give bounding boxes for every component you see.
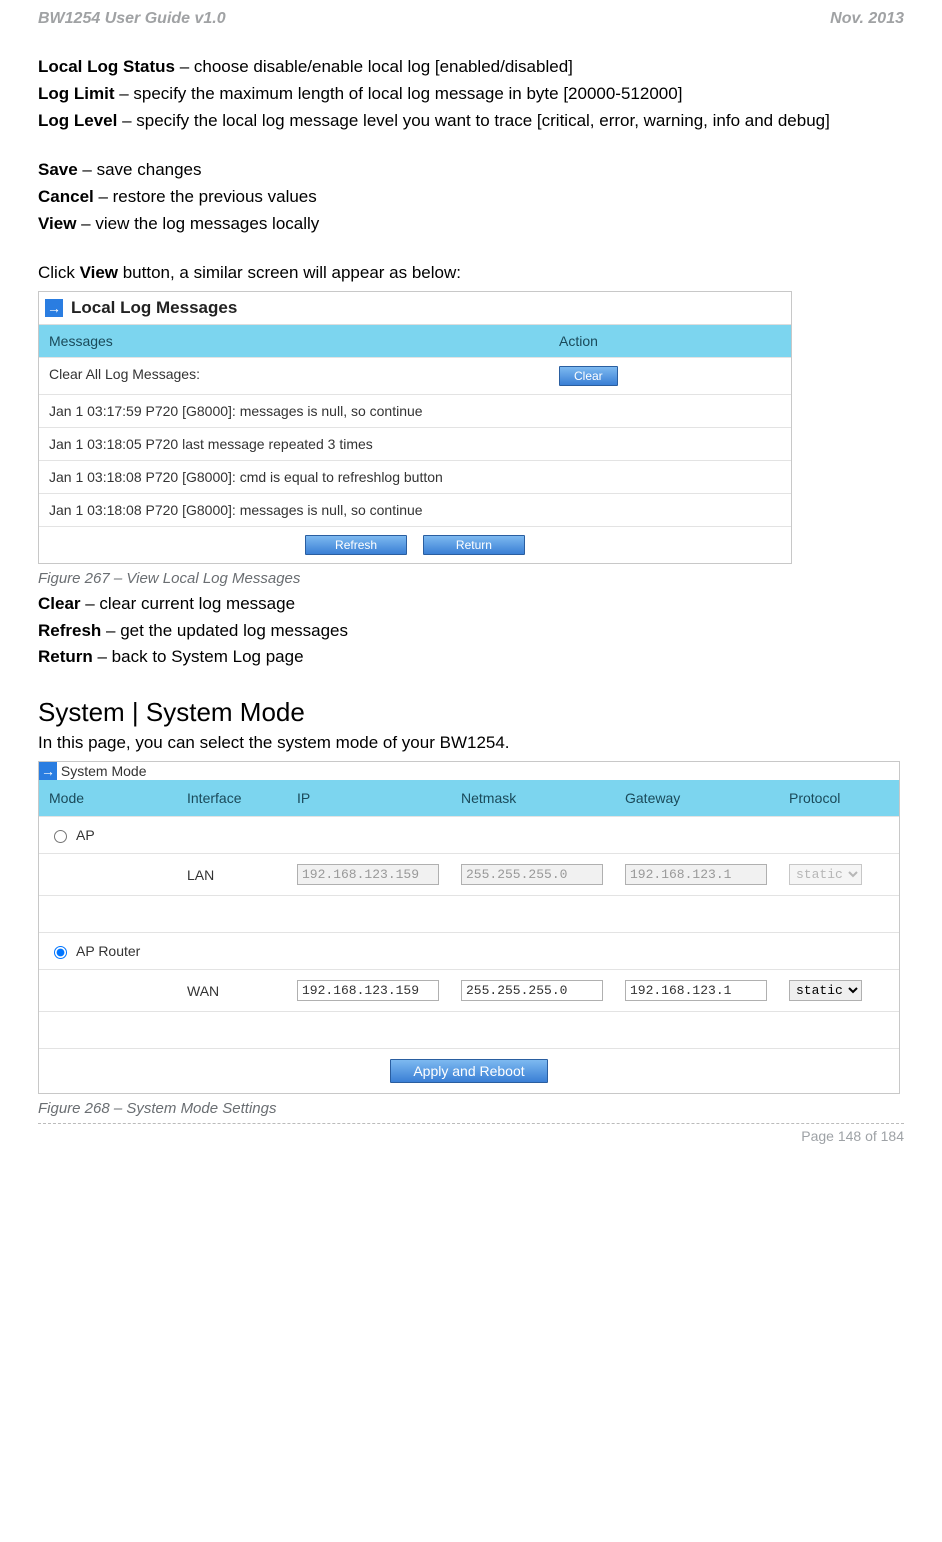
system-mode-title: System Mode — [61, 763, 147, 779]
ap-label: AP — [76, 827, 95, 843]
ap-mode-row: AP — [39, 817, 899, 854]
label-local-log-status: Local Log Status — [38, 57, 175, 76]
system-mode-panel: → System Mode Mode Interface IP Netmask … — [38, 761, 900, 1094]
para-return: Return – back to System Log page — [38, 646, 904, 669]
local-log-header-row: Messages Action — [39, 325, 791, 358]
desc-view: – view the log messages locally — [76, 214, 319, 233]
refresh-button[interactable]: Refresh — [305, 535, 407, 555]
header-right: Nov. 2013 — [830, 10, 904, 28]
system-mode-titlebar: → System Mode — [39, 762, 899, 780]
ap-gateway-input — [625, 864, 767, 885]
ap-protocol-select: static — [789, 864, 862, 885]
desc-cancel: – restore the previous values — [94, 187, 317, 206]
spacer-row — [39, 896, 899, 933]
apply-reboot-button[interactable]: Apply and Reboot — [390, 1059, 547, 1083]
system-mode-footer: Apply and Reboot — [39, 1049, 899, 1093]
para-clear: Clear – clear current log message — [38, 593, 904, 616]
desc-clear: – clear current log message — [81, 594, 296, 613]
desc-log-limit: – specify the maximum length of local lo… — [114, 84, 682, 103]
label-cancel: Cancel — [38, 187, 94, 206]
system-mode-intro: In this page, you can select the system … — [38, 732, 904, 755]
clear-all-row: Clear All Log Messages: Clear — [39, 358, 791, 395]
aprouter-protocol-select[interactable]: static — [789, 980, 862, 1001]
clear-button[interactable]: Clear — [559, 366, 618, 386]
para-view: View – view the log messages locally — [38, 213, 904, 236]
arrow-icon: → — [45, 299, 63, 317]
para-log-level: Log Level – specify the local log messag… — [38, 110, 904, 133]
ap-lan-row: LAN static — [39, 854, 899, 896]
desc-log-level: – specify the local log message level yo… — [117, 111, 830, 130]
col-action-header: Action — [549, 325, 791, 357]
label-log-limit: Log Limit — [38, 84, 114, 103]
aprouter-interface: WAN — [177, 970, 287, 1012]
label-refresh: Refresh — [38, 621, 101, 640]
log-cell: Jan 1 03:18:08 P720 [G8000]: cmd is equa… — [39, 461, 549, 493]
system-mode-header-row: Mode Interface IP Netmask Gateway Protoc… — [39, 780, 899, 817]
log-row: Jan 1 03:18:05 P720 last message repeate… — [39, 428, 791, 461]
aprouter-gateway-input[interactable] — [625, 980, 767, 1001]
para-click-view: Click View button, a similar screen will… — [38, 262, 904, 285]
aprouter-netmask-input[interactable] — [461, 980, 603, 1001]
log-cell: Jan 1 03:17:59 P720 [G8000]: messages is… — [39, 395, 549, 427]
label-save: Save — [38, 160, 78, 179]
page-number: Page 148 of 184 — [801, 1128, 904, 1144]
click-view-post: button, a similar screen will appear as … — [118, 263, 461, 282]
ap-netmask-input — [461, 864, 603, 885]
col-gateway-header: Gateway — [615, 780, 779, 817]
page-footer: Page 148 of 184 — [38, 1123, 904, 1144]
aprouter-ip-input[interactable] — [297, 980, 439, 1001]
label-clear: Clear — [38, 594, 81, 613]
log-cell: Jan 1 03:18:08 P720 [G8000]: messages is… — [39, 494, 549, 526]
header-left: BW1254 User Guide v1.0 — [38, 10, 226, 28]
aprouter-wan-row: WAN static — [39, 970, 899, 1012]
system-mode-heading: System | System Mode — [38, 697, 904, 728]
para-refresh: Refresh – get the updated log messages — [38, 620, 904, 643]
desc-return: – back to System Log page — [93, 647, 304, 666]
log-row: Jan 1 03:17:59 P720 [G8000]: messages is… — [39, 395, 791, 428]
log-row: Jan 1 03:18:08 P720 [G8000]: messages is… — [39, 494, 791, 527]
col-ip-header: IP — [287, 780, 451, 817]
aprouter-radio[interactable] — [54, 946, 67, 959]
label-return: Return — [38, 647, 93, 666]
col-mode-header: Mode — [39, 780, 177, 817]
label-view: View — [38, 214, 76, 233]
click-view-bold: View — [80, 263, 118, 282]
col-netmask-header: Netmask — [451, 780, 615, 817]
clear-all-label: Clear All Log Messages: — [39, 358, 549, 394]
ap-radio[interactable] — [54, 830, 67, 843]
aprouter-radio-label[interactable]: AP Router — [49, 943, 167, 959]
local-log-titlebar: → Local Log Messages — [39, 292, 791, 325]
ap-radio-label[interactable]: AP — [49, 827, 167, 843]
desc-local-log-status: – choose disable/enable local log [enabl… — [175, 57, 573, 76]
aprouter-mode-row: AP Router — [39, 933, 899, 970]
para-save: Save – save changes — [38, 159, 904, 182]
local-log-panel: → Local Log Messages Messages Action Cle… — [38, 291, 792, 564]
log-cell: Jan 1 03:18:05 P720 last message repeate… — [39, 428, 549, 460]
label-log-level: Log Level — [38, 111, 117, 130]
col-messages-header: Messages — [39, 325, 549, 357]
figure-267-caption: Figure 267 – View Local Log Messages — [38, 570, 904, 587]
arrow-icon: → — [39, 762, 57, 780]
ap-ip-input — [297, 864, 439, 885]
log-row: Jan 1 03:18:08 P720 [G8000]: cmd is equa… — [39, 461, 791, 494]
col-protocol-header: Protocol — [779, 780, 899, 817]
para-cancel: Cancel – restore the previous values — [38, 186, 904, 209]
click-view-pre: Click — [38, 263, 80, 282]
return-button[interactable]: Return — [423, 535, 525, 555]
aprouter-label: AP Router — [76, 943, 140, 959]
desc-refresh: – get the updated log messages — [101, 621, 348, 640]
para-log-limit: Log Limit – specify the maximum length o… — [38, 83, 904, 106]
desc-save: – save changes — [78, 160, 202, 179]
para-local-log-status: Local Log Status – choose disable/enable… — [38, 56, 904, 79]
ap-interface: LAN — [177, 854, 287, 896]
page-header: BW1254 User Guide v1.0 Nov. 2013 — [38, 10, 904, 28]
col-interface-header: Interface — [177, 780, 287, 817]
log-button-row: Refresh Return — [39, 527, 791, 563]
local-log-title: Local Log Messages — [71, 298, 237, 318]
figure-268-caption: Figure 268 – System Mode Settings — [38, 1100, 904, 1117]
spacer-row — [39, 1012, 899, 1049]
